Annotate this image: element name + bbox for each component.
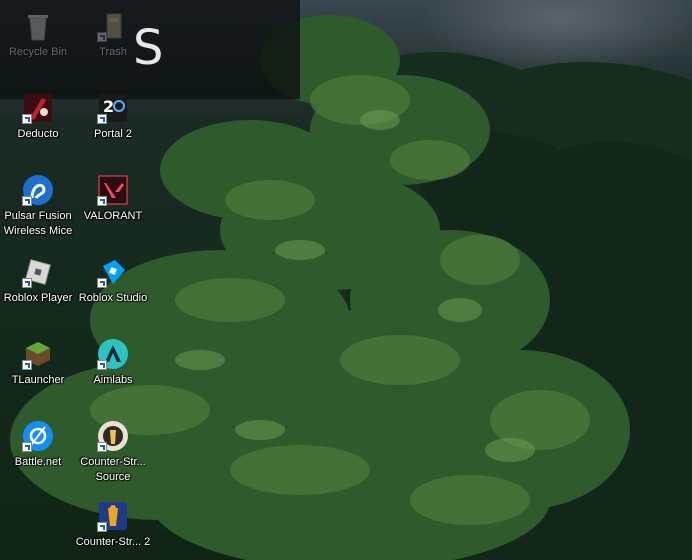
battle-net-icon (22, 420, 54, 452)
shortcut-arrow-icon (97, 442, 107, 452)
counter-strike-2-icon (97, 500, 129, 532)
desktop-icon-counter-strike-source[interactable]: Counter-Str... Source (75, 420, 151, 485)
desktop-icon-roblox-player[interactable]: Roblox Player (0, 256, 76, 306)
tlauncher-icon (22, 338, 54, 370)
icon-label: Roblox Player (3, 292, 73, 304)
pulsar-fusion-icon (22, 174, 54, 206)
desktop-icon-recycle-bin[interactable]: Recycle Bin (0, 10, 76, 60)
portal-2-icon: 2 (97, 92, 129, 124)
shortcut-arrow-icon (22, 114, 32, 124)
shortcut-arrow-icon (22, 360, 32, 370)
shortcut-arrow-icon (22, 442, 32, 452)
icon-label: Roblox Studio (78, 292, 148, 304)
roblox-studio-icon (97, 256, 129, 288)
desktop-icon-portal-2[interactable]: 2 Portal 2 (75, 92, 151, 142)
shortcut-arrow-icon (97, 360, 107, 370)
shortcut-arrow-icon (22, 278, 32, 288)
shortcut-arrow-icon (97, 522, 107, 532)
icon-label: Pulsar Fusion Wireless Mice (3, 210, 73, 237)
shortcut-arrow-icon (97, 114, 107, 124)
shortcut-arrow-icon (22, 196, 32, 206)
aimlabs-icon (97, 338, 129, 370)
recycle-bin-icon (22, 10, 54, 42)
desktop-icon-tlauncher[interactable]: TLauncher (0, 338, 76, 388)
trash-icon (97, 10, 129, 42)
desktop-icon-aimlabs[interactable]: Aimlabs (75, 338, 151, 388)
desktop-icon-counter-strike-2[interactable]: Counter-Str... 2 (75, 500, 151, 550)
search-typed-text: S (133, 20, 164, 76)
shortcut-arrow-icon (97, 32, 107, 42)
desktop-icon-pulsar-fusion[interactable]: Pulsar Fusion Wireless Mice (0, 174, 76, 239)
shortcut-arrow-icon (97, 278, 107, 288)
icon-label: Counter-Str... Source (80, 456, 146, 483)
counter-strike-source-icon (97, 420, 129, 452)
icon-label: Deducto (17, 128, 59, 140)
deducto-icon (22, 92, 54, 124)
shortcut-arrow-icon (97, 196, 107, 206)
desktop-icon-battle-net[interactable]: Battle.net (0, 420, 76, 470)
icon-label: TLauncher (11, 374, 65, 386)
desktop-icon-deducto[interactable]: Deducto (0, 92, 76, 142)
icon-label: Recycle Bin (8, 46, 68, 58)
icon-label: VALORANT (83, 210, 143, 222)
desktop-icon-valorant[interactable]: VALORANT (75, 174, 151, 224)
desktop-icon-roblox-studio[interactable]: Roblox Studio (75, 256, 151, 306)
icon-label: Counter-Str... 2 (75, 536, 151, 548)
valorant-icon (97, 174, 129, 206)
icon-label: Aimlabs (93, 374, 133, 386)
roblox-player-icon (22, 256, 54, 288)
icon-label: Battle.net (14, 456, 62, 468)
icon-label: Portal 2 (94, 128, 132, 140)
